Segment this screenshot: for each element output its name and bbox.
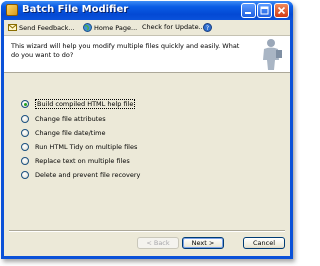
window-title: Batch File Modifier	[22, 4, 129, 15]
check-update-button[interactable]: Check for Update...	[142, 23, 205, 31]
option-label: Run HTML Tidy on multiple files	[35, 143, 138, 151]
next-button[interactable]: Next >	[182, 237, 224, 249]
toolbar: Send Feedback... Home Page... Check for …	[4, 20, 290, 35]
option-replace-text[interactable]: Replace text on multiple files	[21, 156, 130, 166]
option-change-attributes[interactable]: Change file attributes	[21, 114, 106, 124]
minimize-button[interactable]	[241, 3, 256, 18]
radio-button[interactable]	[21, 171, 29, 179]
divider	[9, 230, 285, 232]
radio-button[interactable]	[21, 143, 29, 151]
title-bar[interactable]: Batch File Modifier	[1, 1, 293, 20]
minimize-icon	[245, 12, 251, 14]
help-button[interactable]: ?	[203, 23, 214, 32]
option-delete-files[interactable]: Delete and prevent file recovery	[21, 170, 140, 180]
radio-button[interactable]	[21, 115, 29, 123]
option-label: Replace text on multiple files	[35, 157, 130, 165]
wizard-person-icon	[263, 39, 282, 70]
feedback-icon	[8, 24, 17, 31]
option-html-tidy[interactable]: Run HTML Tidy on multiple files	[21, 142, 137, 152]
app-icon	[6, 4, 18, 16]
globe-icon	[83, 23, 92, 32]
maximize-button[interactable]	[257, 3, 272, 18]
home-page-label: Home Page...	[94, 23, 138, 32]
option-label: Delete and prevent file recovery	[35, 171, 141, 179]
send-feedback-button[interactable]: Send Feedback...	[8, 23, 75, 32]
app-window: Batch File Modifier Send Feedback... Hom…	[1, 1, 293, 259]
back-button[interactable]: < Back	[137, 237, 179, 249]
home-page-button[interactable]: Home Page...	[83, 23, 137, 32]
wizard-header: This wizard will help you modify multipl…	[4, 35, 290, 73]
help-icon: ?	[203, 23, 212, 32]
radio-button[interactable]	[21, 157, 29, 165]
option-label: Change file date/time	[35, 129, 106, 137]
option-label: Build compiled HTML help file	[35, 99, 136, 109]
dialog-body: Send Feedback... Home Page... Check for …	[4, 20, 290, 256]
cancel-button[interactable]: Cancel	[243, 237, 285, 249]
wizard-description: This wizard will help you modify multipl…	[11, 42, 240, 59]
option-label: Change file attributes	[35, 115, 106, 123]
option-change-date[interactable]: Change file date/time	[21, 128, 105, 138]
check-update-label: Check for Update...	[142, 23, 205, 31]
option-build-chm[interactable]: Build compiled HTML help file	[21, 99, 136, 109]
radio-button-selected[interactable]	[21, 100, 29, 108]
svg-text:?: ?	[206, 25, 209, 32]
maximize-icon	[260, 6, 269, 15]
radio-button[interactable]	[21, 129, 29, 137]
close-icon	[277, 6, 286, 15]
send-feedback-label: Send Feedback...	[19, 23, 75, 32]
close-button[interactable]	[274, 3, 289, 18]
